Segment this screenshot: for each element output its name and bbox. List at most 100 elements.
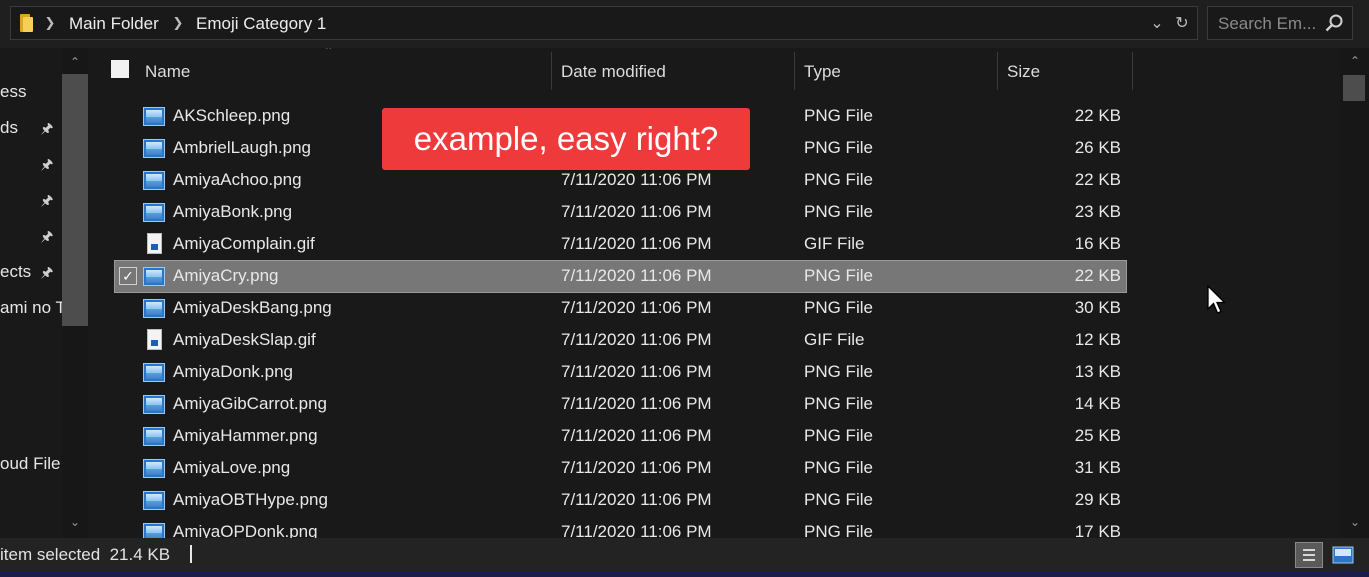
file-date: 7/11/2020 11:06 PM [561, 330, 712, 349]
mouse-cursor-icon [1207, 285, 1227, 314]
file-row[interactable]: AmiyaDonk.png 7/11/2020 11:06 PM PNG File 1… [115, 357, 1126, 388]
address-bar[interactable]: ❯ Main Folder ❯ Emoji Category 1 ⌄ ↻ [10, 6, 1198, 40]
status-separator [190, 545, 192, 563]
file-row[interactable]: ✓ AmiyaCry.png 7/11/2020 11:06 PM PNG File 2… [114, 260, 1127, 293]
chevron-down-icon[interactable]: ⌄ [1346, 514, 1364, 530]
file-row[interactable]: AmiyaDeskBang.png 7/11/2020 11:06 PM PNG F… [115, 293, 1126, 324]
file-row[interactable]: AmiyaGibCarrot.png 7/11/2020 11:06 PM PNG … [115, 389, 1126, 420]
refresh-icon[interactable]: ↻ [1171, 13, 1193, 35]
file-size: 30 KB [1074, 298, 1121, 317]
file-row[interactable]: AmiyaLove.png 7/11/2020 11:06 PM PNG File 3… [115, 453, 1126, 484]
file-name: AmiyaHammer.png [173, 426, 318, 445]
chevron-right-icon[interactable]: ❯ [171, 15, 185, 31]
file-name: AmiyaDeskSlap.gif [173, 330, 316, 349]
file-name: AmiyaCry.png [173, 266, 279, 285]
file-row[interactable]: AmiyaOBTHype.png 7/11/2020 11:06 PM PNG Fi… [115, 485, 1126, 516]
file-name: AmiyaDonk.png [173, 362, 294, 381]
file-size: 12 KB [1074, 330, 1121, 349]
details-view-icon[interactable] [1295, 542, 1323, 568]
file-size: 22 KB [1074, 266, 1121, 285]
file-list-scrollbar[interactable]: ⌃ ⌄ [1340, 48, 1369, 538]
address-toolbar: ❯ Main Folder ❯ Emoji Category 1 ⌄ ↻ Sea… [0, 0, 1369, 48]
status-text: item selected 21.4 KB [0, 545, 171, 564]
file-date: 7/11/2020 11:06 PM [561, 266, 712, 285]
file-size: 22 KB [1074, 106, 1121, 125]
file-type: GIF File [804, 234, 865, 253]
pin-icon: 🖈 [40, 120, 54, 136]
file-date: 7/11/2020 11:06 PM [561, 202, 712, 221]
column-divider[interactable] [794, 52, 795, 90]
chevron-up-icon[interactable]: ⌃ [66, 54, 84, 70]
file-name: AmiyaDeskBang.png [173, 298, 332, 317]
file-row[interactable]: AmiyaHammer.png 7/11/2020 11:06 PM PNG Fil… [115, 421, 1126, 452]
column-divider[interactable] [551, 52, 552, 90]
file-date: 7/11/2020 11:06 PM [561, 234, 712, 253]
breadcrumb-emoji-category[interactable]: Emoji Category 1 [196, 13, 326, 35]
search-box[interactable]: Search Em... [1207, 6, 1353, 40]
chevron-down-icon[interactable]: ⌄ [66, 514, 84, 530]
gif-file-icon [147, 329, 162, 350]
image-file-icon [143, 491, 165, 510]
file-type: PNG File [804, 362, 873, 381]
file-date: 7/11/2020 11:06 PM [561, 362, 712, 381]
file-size: 16 KB [1074, 234, 1121, 253]
file-type: PNG File [804, 394, 873, 413]
scrollbar-thumb[interactable] [1343, 75, 1365, 101]
file-row[interactable]: AmiyaBonk.png 7/11/2020 11:06 PM PNG File 2… [115, 197, 1126, 228]
image-file-icon [143, 139, 165, 158]
checkmark-icon[interactable]: ✓ [119, 267, 137, 285]
sort-ascending-icon: ⌃ [324, 48, 334, 57]
nav-item-objects[interactable]: ects [0, 261, 31, 283]
file-row[interactable]: AmiyaDeskSlap.gif 7/11/2020 11:06 PM GIF F… [115, 325, 1126, 356]
nav-item-folder[interactable]: ami no T [0, 297, 66, 319]
file-date: 7/11/2020 11:06 PM [561, 426, 712, 445]
image-file-icon [143, 171, 165, 190]
file-date: 7/11/2020 11:06 PM [561, 394, 712, 413]
file-type: PNG File [804, 266, 873, 285]
file-name: AmiyaBonk.png [173, 202, 293, 221]
image-file-icon [143, 267, 165, 286]
file-name: AmiyaOPDonk.png [173, 522, 318, 538]
file-size: 26 KB [1074, 138, 1121, 157]
file-name: AmbrielLaugh.png [173, 138, 311, 157]
image-file-icon [143, 395, 165, 414]
file-size: 29 KB [1074, 490, 1121, 509]
large-icons-view-icon[interactable] [1329, 542, 1357, 568]
search-placeholder: Search Em... [1218, 14, 1317, 33]
file-type: PNG File [804, 106, 873, 125]
nav-item-quick-access[interactable]: ess [0, 81, 26, 103]
image-file-icon [143, 523, 165, 538]
chevron-down-icon[interactable]: ⌄ [1146, 13, 1168, 35]
file-date: 7/11/2020 11:06 PM [561, 490, 712, 509]
pin-icon: 🖈 [40, 192, 54, 208]
folder-icon [19, 14, 33, 32]
chevron-up-icon[interactable]: ⌃ [1346, 53, 1364, 69]
chevron-right-icon[interactable]: ❯ [43, 15, 57, 31]
file-name: AmiyaOBTHype.png [173, 490, 328, 509]
image-file-icon [143, 427, 165, 446]
status-bar: item selected 21.4 KB [0, 538, 1369, 571]
column-divider[interactable] [1132, 52, 1133, 90]
file-row[interactable]: AmiyaOPDonk.png 7/11/2020 11:06 PM PNG Fil… [115, 517, 1126, 538]
file-date: 7/11/2020 11:06 PM [561, 170, 712, 189]
select-all-checkbox[interactable] [111, 60, 129, 78]
nav-item-cloud-files[interactable]: oud File [0, 453, 60, 475]
file-row[interactable]: AmiyaComplain.gif 7/11/2020 11:06 PM GIF F… [115, 229, 1126, 260]
file-type: PNG File [804, 202, 873, 221]
file-name: AmiyaLove.png [173, 458, 291, 477]
file-type: PNG File [804, 426, 873, 445]
column-header-name[interactable]: Name [145, 61, 190, 83]
nav-scrollbar[interactable]: ⌃ ⌄ [62, 48, 88, 538]
column-header-type[interactable]: Type [804, 61, 841, 83]
file-name: AmiyaAchoo.png [173, 170, 302, 189]
nav-item-downloads[interactable]: ds [0, 117, 18, 139]
taskbar-edge [0, 571, 1369, 577]
column-divider[interactable] [997, 52, 998, 90]
nav-scrollbar-thumb[interactable] [62, 74, 88, 326]
column-header-size[interactable]: Size [1007, 61, 1040, 83]
image-file-icon [143, 203, 165, 222]
gif-file-icon [147, 233, 162, 254]
breadcrumb-main-folder[interactable]: Main Folder [69, 13, 159, 35]
file-name: AmiyaComplain.gif [173, 234, 315, 253]
column-header-date[interactable]: Date modified [561, 61, 666, 83]
